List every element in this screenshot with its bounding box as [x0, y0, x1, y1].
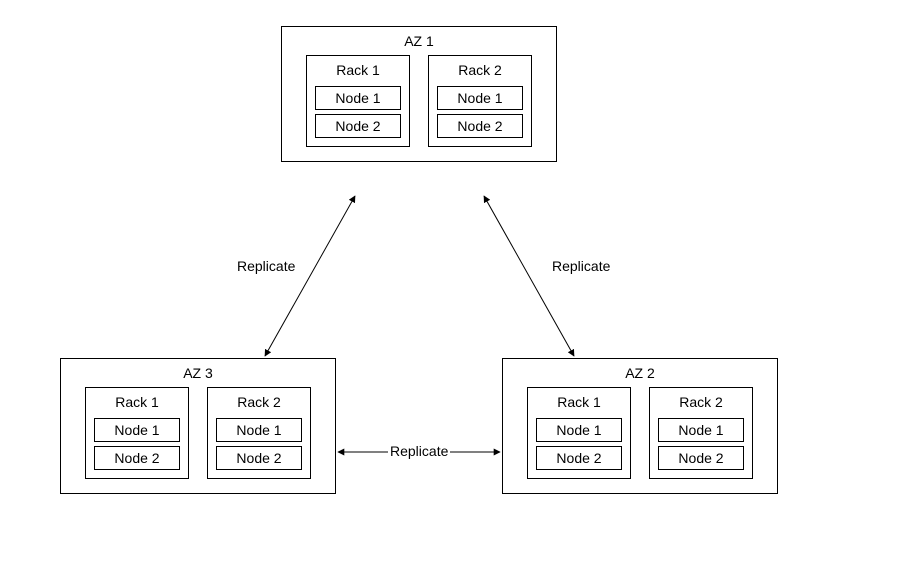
- az-1-racks: Rack 1 Node 1 Node 2 Rack 2 Node 1 Node …: [282, 55, 556, 161]
- az-1-rack-2-node-2: Node 2: [437, 114, 523, 138]
- edge-label-az1-az2: Replicate: [550, 258, 612, 274]
- az-3-rack-2-title: Rack 2: [216, 392, 302, 414]
- az-3-rack-2: Rack 2 Node 1 Node 2: [207, 387, 311, 479]
- az-2-rack-1: Rack 1 Node 1 Node 2: [527, 387, 631, 479]
- az-2-rack-2: Rack 2 Node 1 Node 2: [649, 387, 753, 479]
- az-3-rack-1-node-2: Node 2: [94, 446, 180, 470]
- az-3-rack-1-node-1: Node 1: [94, 418, 180, 442]
- az-3-box: AZ 3 Rack 1 Node 1 Node 2 Rack 2 Node 1 …: [60, 358, 336, 494]
- az-2-rack-1-node-2: Node 2: [536, 446, 622, 470]
- az-3-rack-1-title: Rack 1: [94, 392, 180, 414]
- az-2-rack-2-node-1: Node 1: [658, 418, 744, 442]
- az-1-title: AZ 1: [282, 27, 556, 55]
- az-1-rack-1: Rack 1 Node 1 Node 2: [306, 55, 410, 147]
- az-2-rack-2-title: Rack 2: [658, 392, 744, 414]
- az-3-title: AZ 3: [61, 359, 335, 387]
- az-1-rack-1-title: Rack 1: [315, 60, 401, 82]
- az-1-rack-2-title: Rack 2: [437, 60, 523, 82]
- az-3-rack-2-node-1: Node 1: [216, 418, 302, 442]
- az-3-rack-1: Rack 1 Node 1 Node 2: [85, 387, 189, 479]
- az-2-rack-1-title: Rack 1: [536, 392, 622, 414]
- az-2-box: AZ 2 Rack 1 Node 1 Node 2 Rack 2 Node 1 …: [502, 358, 778, 494]
- az-2-rack-1-node-1: Node 1: [536, 418, 622, 442]
- az-1-rack-1-node-1: Node 1: [315, 86, 401, 110]
- az-2-title: AZ 2: [503, 359, 777, 387]
- az-3-racks: Rack 1 Node 1 Node 2 Rack 2 Node 1 Node …: [61, 387, 335, 493]
- az-1-box: AZ 1 Rack 1 Node 1 Node 2 Rack 2 Node 1 …: [281, 26, 557, 162]
- az-1-rack-2-node-1: Node 1: [437, 86, 523, 110]
- edge-label-az3-az2: Replicate: [388, 443, 450, 459]
- az-1-rack-1-node-2: Node 2: [315, 114, 401, 138]
- az-2-racks: Rack 1 Node 1 Node 2 Rack 2 Node 1 Node …: [503, 387, 777, 493]
- az-1-rack-2: Rack 2 Node 1 Node 2: [428, 55, 532, 147]
- az-3-rack-2-node-2: Node 2: [216, 446, 302, 470]
- az-2-rack-2-node-2: Node 2: [658, 446, 744, 470]
- edge-label-az1-az3: Replicate: [235, 258, 297, 274]
